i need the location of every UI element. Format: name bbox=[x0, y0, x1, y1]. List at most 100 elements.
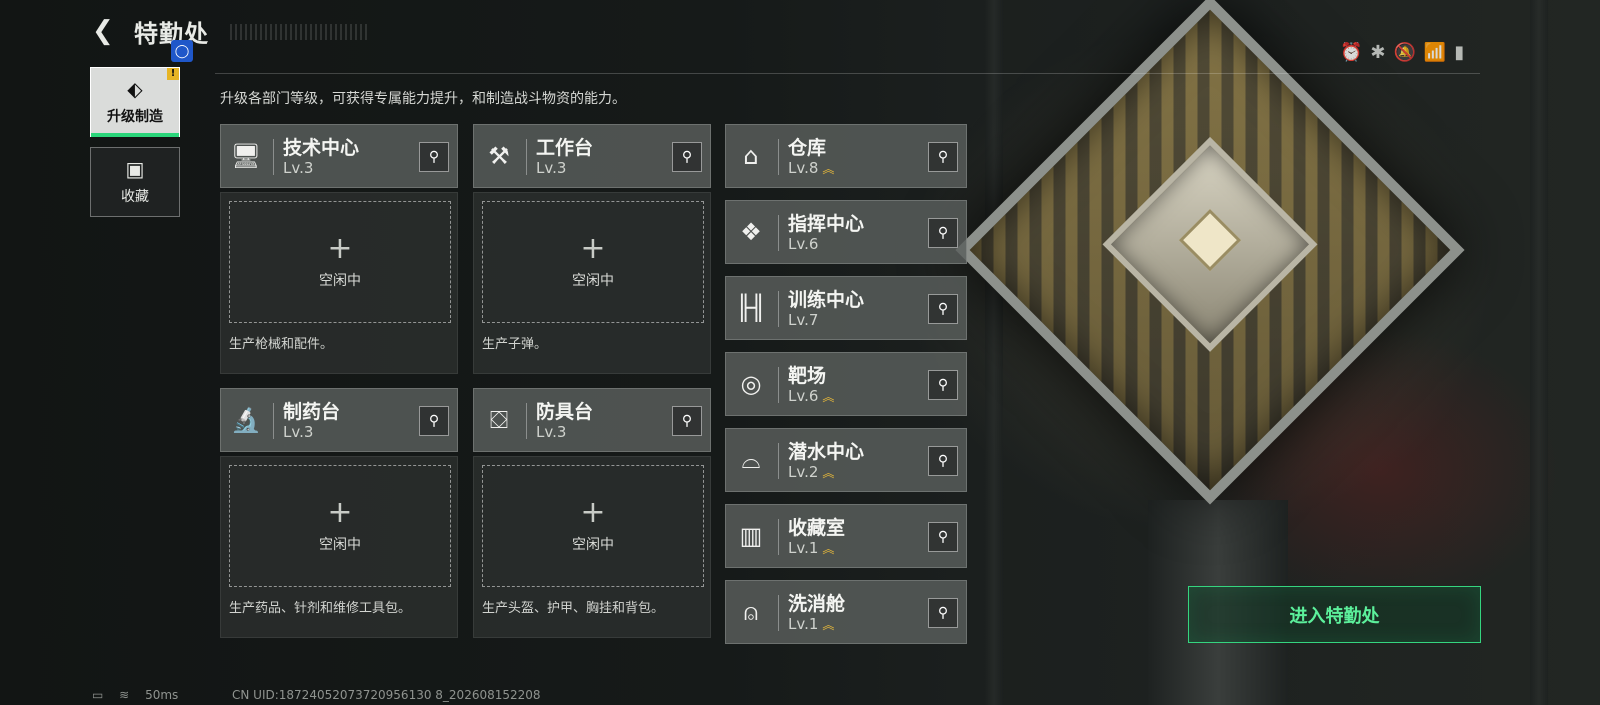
user-uid: CN UID:18724052073720956130 8_2026081522… bbox=[232, 688, 541, 702]
target-icon: ◎ bbox=[740, 370, 762, 398]
card-header[interactable]: 🔬 制药台 Lv.3 ⚲ bbox=[220, 388, 458, 452]
department-command-center[interactable]: ❖ 指挥中心 Lv.6 ⚲ bbox=[725, 200, 967, 264]
warehouse-icon: ⌂ bbox=[743, 142, 759, 170]
card-body: + 空闲中 生产药品、针剂和维修工具包。 bbox=[220, 456, 458, 638]
department-name: 靶场 bbox=[788, 365, 827, 387]
divider bbox=[778, 595, 779, 631]
facility-name: 防具台 bbox=[536, 401, 594, 423]
header-divider bbox=[215, 73, 1480, 74]
search-icon[interactable]: ⚲ bbox=[928, 598, 958, 628]
card-header[interactable]: ⛋ 防具台 Lv.3 ⚲ bbox=[473, 388, 711, 452]
slot-status: 空闲中 bbox=[319, 537, 361, 553]
divider bbox=[273, 403, 274, 439]
card-header: ⌂ 仓库 Lv.8 ︽ ⚲ bbox=[725, 124, 967, 188]
enter-special-ops-button[interactable]: 进入特勤处 bbox=[1188, 586, 1481, 643]
slot-status: 空闲中 bbox=[319, 273, 361, 289]
upgrade-chevron-icon: ︽ bbox=[822, 162, 835, 176]
wifi-icon: ≋ bbox=[119, 688, 130, 702]
divider bbox=[778, 139, 779, 175]
production-slot[interactable]: + 空闲中 bbox=[482, 201, 704, 323]
department-level: Lv.1 ︽ bbox=[788, 539, 835, 557]
department-warehouse[interactable]: ⌂ 仓库 Lv.8 ︽ ⚲ bbox=[725, 124, 967, 188]
production-slot[interactable]: + 空闲中 bbox=[229, 465, 451, 587]
production-description: 生产子弹。 bbox=[482, 337, 548, 352]
department-diving-center[interactable]: ⌓ 潜水中心 Lv.2 ︽ ⚲ bbox=[725, 428, 967, 492]
department-level: Lv.2 ︽ bbox=[788, 463, 835, 481]
card-body: + 空闲中 生产头盔、护甲、胸挂和背包。 bbox=[473, 456, 711, 638]
department-level: Lv.6 ︽ bbox=[788, 387, 835, 405]
upgrade-icon: ⬖ bbox=[127, 77, 143, 101]
department-name: 收藏室 bbox=[788, 517, 846, 539]
cube-inner-panel bbox=[1102, 136, 1318, 352]
card-header[interactable]: 🖥 技术中心 Lv.3 ⚲ bbox=[220, 124, 458, 188]
card-body: + 空闲中 生产子弹。 bbox=[473, 192, 711, 374]
alert-badge: ! bbox=[167, 68, 179, 80]
department-name: 潜水中心 bbox=[788, 441, 865, 463]
department-training-center[interactable]: ╟╢ 训练中心 Lv.7 ⚲ bbox=[725, 276, 967, 340]
card-header: ◎ 靶场 Lv.6 ︽ ⚲ bbox=[725, 352, 967, 416]
slot-status: 空闲中 bbox=[572, 537, 614, 553]
divider bbox=[778, 519, 779, 555]
search-icon[interactable]: ⚲ bbox=[672, 142, 702, 172]
system-status-icons: ⏰✱🔕📶▮ bbox=[1340, 42, 1473, 63]
department-name: 仓库 bbox=[788, 137, 827, 159]
cube-core bbox=[1178, 208, 1242, 272]
upgrade-chevron-icon: ︽ bbox=[822, 542, 835, 556]
divider bbox=[778, 367, 779, 403]
network-status: ▭ ≋ 50ms bbox=[92, 688, 190, 702]
collection-icon: ▣ bbox=[125, 157, 145, 181]
facility-level: Lv.3 bbox=[536, 423, 567, 441]
sidebar-item-label: 升级制造 bbox=[107, 109, 163, 125]
production-card-armor-bench: ⛋ 防具台 Lv.3 ⚲ + 空闲中 生产头盔、护甲、胸挂和背包。 bbox=[473, 388, 711, 638]
armor-icon: ⛋ bbox=[489, 406, 509, 434]
card-header[interactable]: ⚒ 工作台 Lv.3 ⚲ bbox=[473, 124, 711, 188]
facility-level: Lv.3 bbox=[283, 159, 314, 177]
ping-value: 50ms bbox=[145, 688, 179, 702]
department-collection-room[interactable]: ▥ 收藏室 Lv.1 ︽ ⚲ bbox=[725, 504, 967, 568]
computer-icon: 🖥 bbox=[230, 142, 262, 170]
card-header: ╟╢ 训练中心 Lv.7 ⚲ bbox=[725, 276, 967, 340]
department-name: 洗消舱 bbox=[788, 593, 846, 615]
search-icon[interactable]: ⚲ bbox=[928, 142, 958, 172]
search-icon[interactable]: ⚲ bbox=[928, 370, 958, 400]
facility-name: 制药台 bbox=[283, 401, 341, 423]
divider bbox=[778, 291, 779, 327]
search-icon[interactable]: ⚲ bbox=[419, 406, 449, 436]
command-chip-icon: ❖ bbox=[740, 218, 762, 246]
lightbulb-hint-icon[interactable]: ◯ bbox=[171, 40, 193, 62]
sidebar-item-upgrade[interactable]: ! ⬖ 升级制造 bbox=[90, 67, 180, 137]
divider bbox=[778, 215, 779, 251]
plus-icon: + bbox=[580, 495, 606, 530]
search-icon[interactable]: ⚲ bbox=[928, 218, 958, 248]
title-decoration bbox=[230, 24, 370, 40]
department-name: 指挥中心 bbox=[788, 213, 865, 235]
search-icon[interactable]: ⚲ bbox=[672, 406, 702, 436]
search-icon[interactable]: ⚲ bbox=[419, 142, 449, 172]
production-slot[interactable]: + 空闲中 bbox=[482, 465, 704, 587]
sidebar-item-collection[interactable]: ▣ 收藏 bbox=[90, 147, 180, 217]
search-icon[interactable]: ⚲ bbox=[928, 446, 958, 476]
display-case-icon: ▥ bbox=[739, 522, 763, 550]
upgrade-chevron-icon: ︽ bbox=[822, 466, 835, 480]
background-pillar bbox=[1530, 0, 1548, 705]
production-description: 生产头盔、护甲、胸挂和背包。 bbox=[482, 601, 665, 616]
search-icon[interactable]: ⚲ bbox=[928, 294, 958, 324]
card-header: ❖ 指挥中心 Lv.6 ⚲ bbox=[725, 200, 967, 264]
department-decon-chamber[interactable]: ⍝ 洗消舱 Lv.1 ︽ ⚲ bbox=[725, 580, 967, 644]
sidebar-item-label: 收藏 bbox=[121, 189, 149, 205]
search-icon[interactable]: ⚲ bbox=[928, 522, 958, 552]
background-pillar bbox=[985, 0, 1003, 705]
card-body: + 空闲中 生产枪械和配件。 bbox=[220, 192, 458, 374]
facility-level: Lv.3 bbox=[283, 423, 314, 441]
facility-name: 工作台 bbox=[536, 137, 594, 159]
department-level: Lv.1 ︽ bbox=[788, 615, 835, 633]
department-shooting-range[interactable]: ◎ 靶场 Lv.6 ︽ ⚲ bbox=[725, 352, 967, 416]
divider bbox=[526, 403, 527, 439]
plus-icon: + bbox=[327, 495, 353, 530]
department-level: Lv.6 bbox=[788, 235, 819, 253]
production-slot[interactable]: + 空闲中 bbox=[229, 201, 451, 323]
facility-name: 技术中心 bbox=[283, 137, 360, 159]
slot-status: 空闲中 bbox=[572, 273, 614, 289]
back-arrow-icon[interactable]: ❮ bbox=[92, 18, 118, 44]
plus-icon: + bbox=[580, 231, 606, 266]
